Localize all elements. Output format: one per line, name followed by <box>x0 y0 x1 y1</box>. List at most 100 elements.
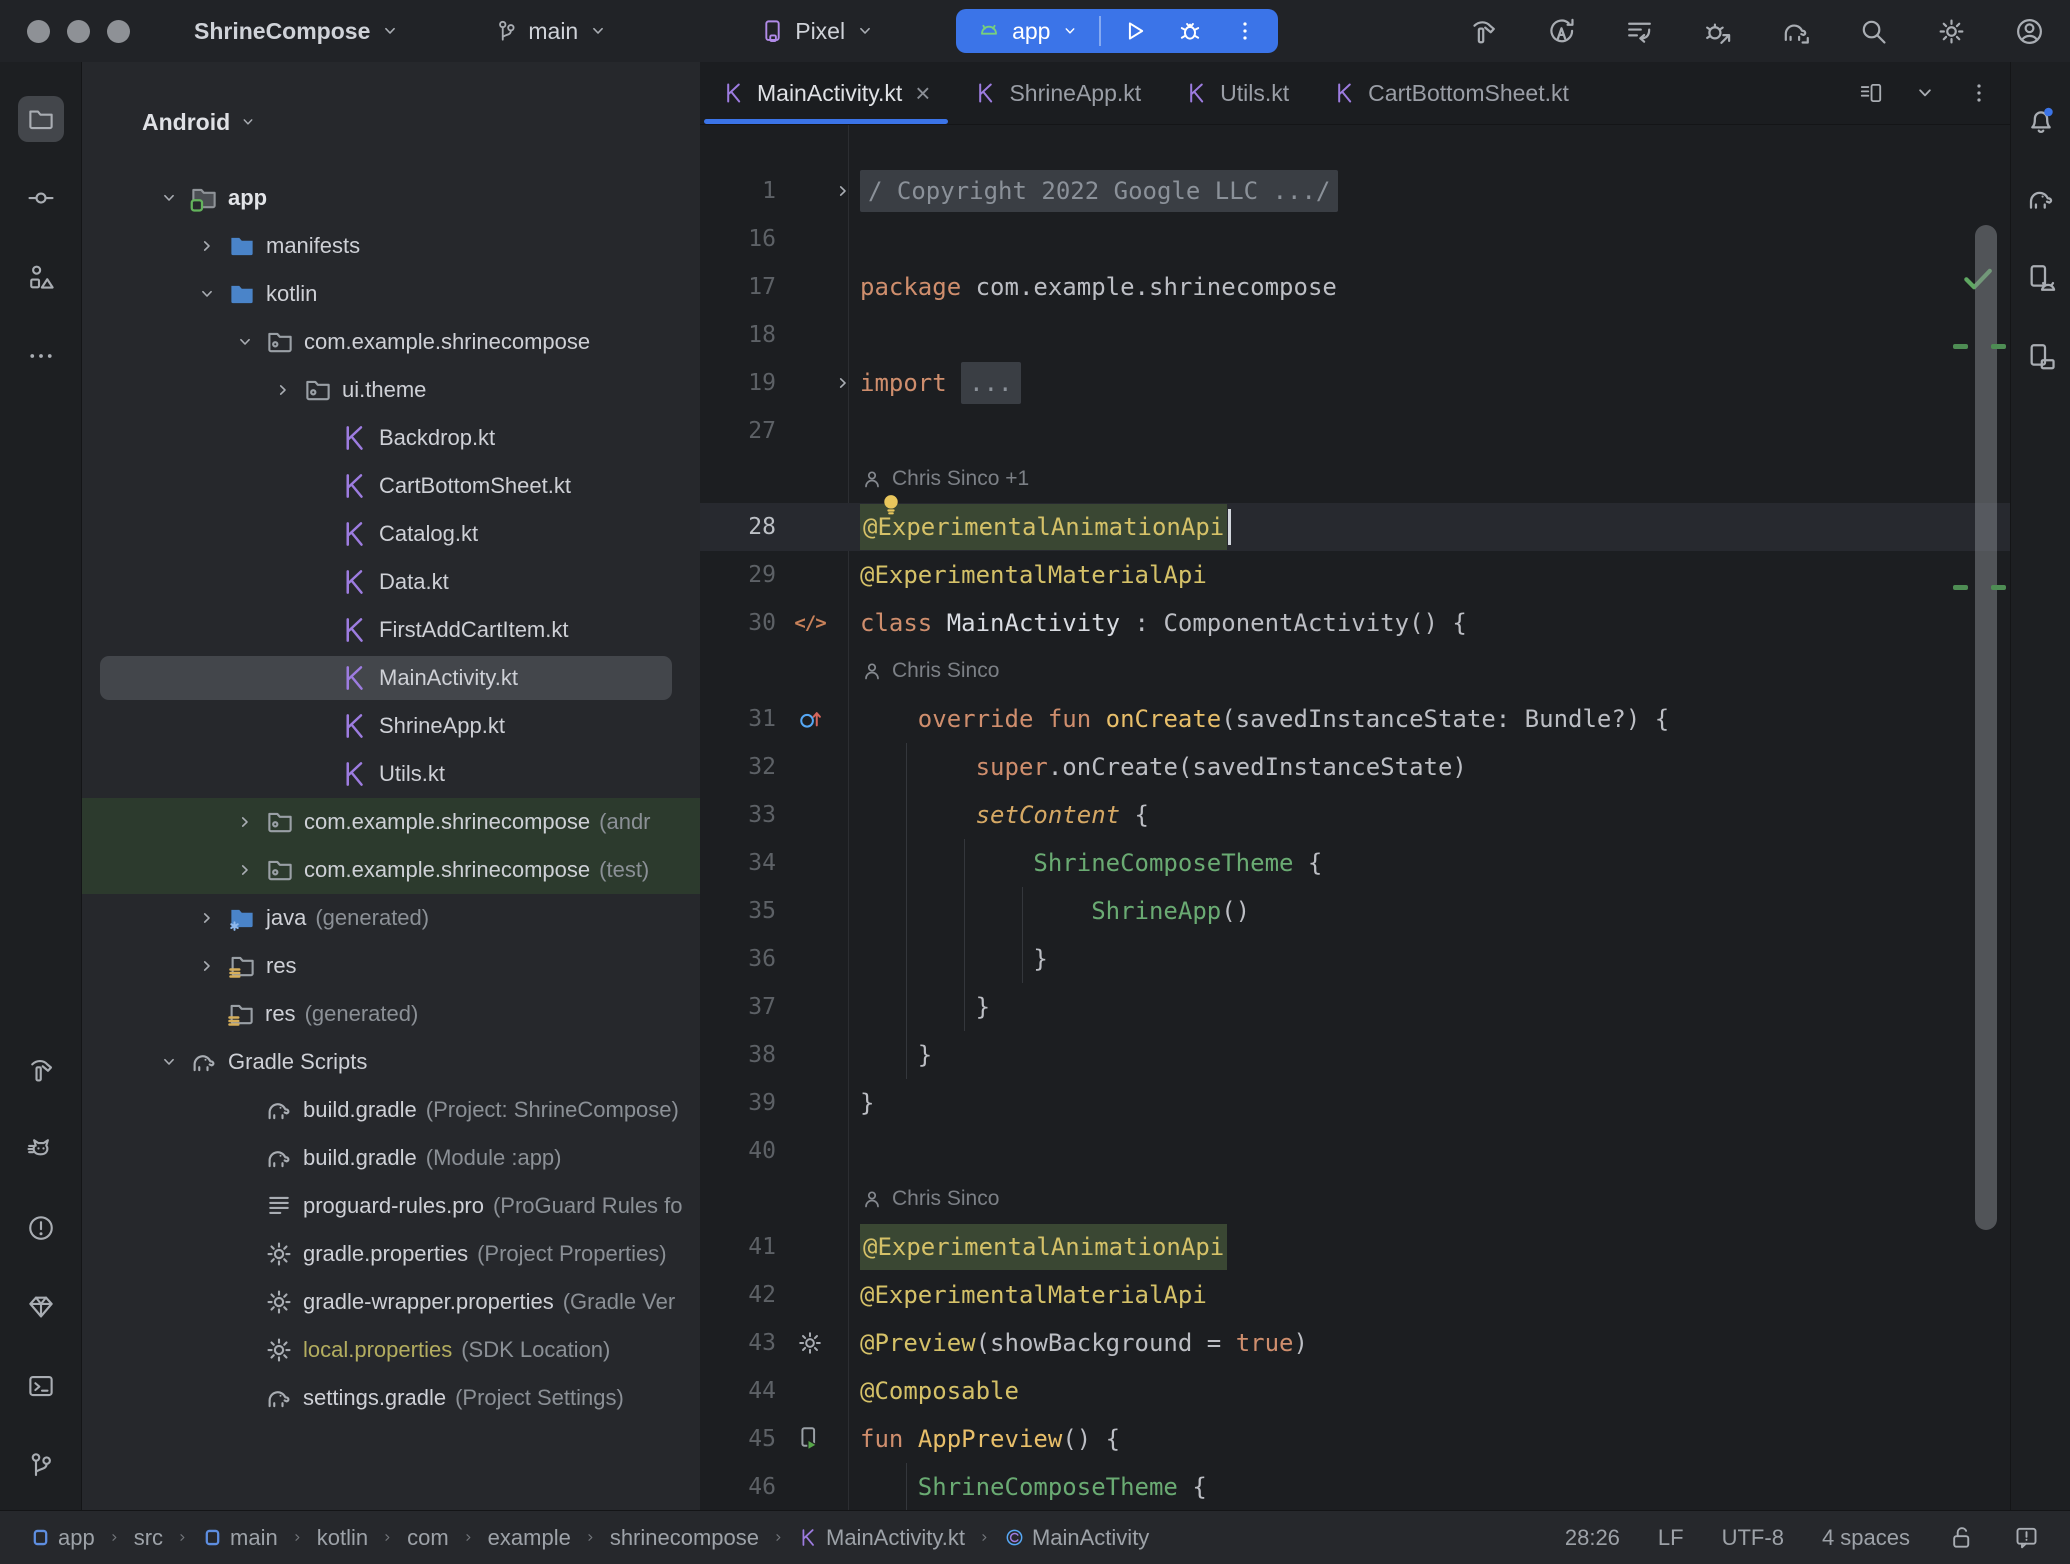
preview-run-icon[interactable] <box>796 1425 824 1453</box>
tree-item-mainactivity-kt[interactable]: MainActivity.kt <box>82 654 700 702</box>
gradle-sync-button[interactable] <box>1780 16 1811 47</box>
code-line-44[interactable]: 44@Composable <box>700 1367 2010 1415</box>
chevron-right-sm-icon[interactable] <box>196 235 218 257</box>
tree-item-proguard-rules-pro-proguard-rules-fo[interactable]: proguard-rules.pro(ProGuard Rules fo <box>82 1182 700 1230</box>
gear-gutter-icon[interactable] <box>796 1329 824 1357</box>
tree-item-kotlin[interactable]: kotlin <box>82 270 700 318</box>
stripe-mark[interactable] <box>1991 344 2006 349</box>
code-line-31[interactable]: 31 override fun onCreate(savedInstanceSt… <box>700 695 2010 743</box>
tool-window-app-quality-insights-button[interactable] <box>18 1284 64 1330</box>
tool-window-device-manager-button[interactable] <box>2019 256 2063 300</box>
tool-window-commit-button[interactable] <box>18 175 64 221</box>
file-encoding[interactable]: UTF-8 <box>1722 1525 1784 1551</box>
code-line-30[interactable]: 30</>class MainActivity : ComponentActiv… <box>700 599 2010 647</box>
device-selector[interactable]: Pixel <box>759 18 876 45</box>
code-line-45[interactable]: 45fun AppPreview() { <box>700 1415 2010 1463</box>
tab-utils-kt[interactable]: Utils.kt <box>1163 62 1311 124</box>
run-button[interactable] <box>1120 17 1148 45</box>
breadcrumb-mainactivity[interactable]: MainActivity <box>1004 1525 1149 1551</box>
code-line-1[interactable]: 1/ Copyright 2022 Google LLC .../ <box>700 167 2010 215</box>
run-config-selector[interactable]: app <box>976 18 1080 45</box>
code-line-43[interactable]: 43@Preview(showBackground = true) <box>700 1319 2010 1367</box>
account-button[interactable] <box>2014 16 2045 47</box>
stripe-mark[interactable] <box>1953 585 1968 590</box>
breadcrumb-main[interactable]: main <box>202 1525 278 1551</box>
tool-window-running-devices-button[interactable] <box>2019 335 2063 379</box>
chevron-down-sm-icon[interactable] <box>158 1051 180 1073</box>
close-window-button[interactable] <box>27 20 50 43</box>
tool-window-logcat-button[interactable] <box>18 1126 64 1172</box>
vcs-branch-widget[interactable]: main <box>493 18 609 45</box>
folded-region[interactable]: ... <box>961 362 1020 404</box>
tree-item-data-kt[interactable]: Data.kt <box>82 558 700 606</box>
code-line-40[interactable]: 40 <box>700 1127 2010 1175</box>
tool-window-project-button[interactable] <box>18 96 64 142</box>
minimize-window-button[interactable] <box>67 20 90 43</box>
breadcrumb-shrinecompose[interactable]: shrinecompose <box>610 1525 759 1551</box>
chevron-right-sm-icon[interactable] <box>832 372 854 394</box>
tree-item-cartbottomsheet-kt[interactable]: CartBottomSheet.kt <box>82 462 700 510</box>
tool-window-gradle-button[interactable] <box>2019 177 2063 221</box>
chevron-right-sm-icon[interactable] <box>234 811 256 833</box>
tree-item-gradle-properties-project-properties[interactable]: gradle.properties(Project Properties) <box>82 1230 700 1278</box>
code-line-35[interactable]: 35 ShrineApp() <box>700 887 2010 935</box>
debug-button[interactable] <box>1176 17 1204 45</box>
tree-item-build-gradle-project-shrinecompose[interactable]: build.gradle(Project: ShrineCompose) <box>82 1086 700 1134</box>
breadcrumb-example[interactable]: example <box>488 1525 571 1551</box>
caret-position[interactable]: 28:26 <box>1565 1525 1620 1551</box>
breadcrumb-mainactivity-kt[interactable]: MainActivity.kt <box>798 1525 965 1551</box>
tree-item-res[interactable]: res <box>82 942 700 990</box>
project-widget[interactable]: ShrineCompose <box>194 18 401 45</box>
zoom-window-button[interactable] <box>107 20 130 43</box>
code-line-33[interactable]: 33 setContent { <box>700 791 2010 839</box>
line-separator[interactable]: LF <box>1658 1525 1684 1551</box>
override-icon[interactable] <box>796 705 824 733</box>
breadcrumb-src[interactable]: src <box>134 1525 163 1551</box>
settings-button[interactable] <box>1936 16 1967 47</box>
code-line-19[interactable]: 19import ... <box>700 359 2010 407</box>
tree-item-gradle-wrapper-properties-gradle-ver[interactable]: gradle-wrapper.properties(Gradle Ver <box>82 1278 700 1326</box>
tree-item-app[interactable]: app <box>82 174 700 222</box>
apply-code-changes-button[interactable] <box>1624 16 1655 47</box>
tab-shrineapp-kt[interactable]: ShrineApp.kt <box>952 62 1163 124</box>
chevron-right-sm-icon[interactable] <box>196 955 218 977</box>
code-line-17[interactable]: 17package com.example.shrinecompose <box>700 263 2010 311</box>
search-button[interactable] <box>1858 16 1889 47</box>
code-line-36[interactable]: 36 } <box>700 935 2010 983</box>
code-line-34[interactable]: 34 ShrineComposeTheme { <box>700 839 2010 887</box>
chevron-right-sm-icon[interactable] <box>832 180 854 202</box>
code-line-46[interactable]: 46 ShrineComposeTheme { <box>700 1463 2010 1510</box>
code-line-39[interactable]: 39} <box>700 1079 2010 1127</box>
tab-list-button[interactable] <box>1858 80 1884 106</box>
tree-item-com-example-shrinecompose-andr[interactable]: com.example.shrinecompose(andr <box>82 798 700 846</box>
code-line-42[interactable]: 42@ExperimentalMaterialApi <box>700 1271 2010 1319</box>
breadcrumb-kotlin[interactable]: kotlin <box>317 1525 368 1551</box>
code-line-16[interactable]: 16 <box>700 215 2010 263</box>
code-editor[interactable]: 1/ Copyright 2022 Google LLC .../1617pac… <box>700 125 2010 1510</box>
project-view-selector[interactable]: Android <box>142 100 700 144</box>
code-line-41[interactable]: 41@ExperimentalAnimationApi <box>700 1223 2010 1271</box>
tool-window-more-tools-button[interactable] <box>18 333 64 379</box>
apply-changes-button[interactable] <box>1546 16 1577 47</box>
chevron-down-sm-icon[interactable] <box>234 331 256 353</box>
stripe-mark[interactable] <box>1991 585 2006 590</box>
build-button[interactable] <box>1468 16 1499 47</box>
attach-debugger-button[interactable] <box>1702 16 1733 47</box>
code-line-38[interactable]: 38 } <box>700 1031 2010 1079</box>
code-line-32[interactable]: 32 super.onCreate(savedInstanceState) <box>700 743 2010 791</box>
lock-open-button[interactable] <box>1948 1524 1975 1551</box>
breadcrumb-com[interactable]: com <box>407 1525 449 1551</box>
tool-window-structure-button[interactable] <box>18 254 64 300</box>
more-vertical-button[interactable] <box>1966 80 1992 106</box>
tree-item-utils-kt[interactable]: Utils.kt <box>82 750 700 798</box>
tool-window-version-control-button[interactable] <box>18 1442 64 1488</box>
tool-window-problems-button[interactable] <box>18 1205 64 1251</box>
related-symbol-icon[interactable]: </> <box>794 612 825 634</box>
tree-item-gradle-scripts[interactable]: Gradle Scripts <box>82 1038 700 1086</box>
chevron-down-sm-icon[interactable] <box>196 283 218 305</box>
tree-item-firstaddcartitem-kt[interactable]: FirstAddCartItem.kt <box>82 606 700 654</box>
chevron-down-button[interactable] <box>1912 80 1938 106</box>
close-icon[interactable]: × <box>915 80 930 106</box>
tab-mainactivity-kt[interactable]: MainActivity.kt× <box>700 62 952 124</box>
code-line-37[interactable]: 37 } <box>700 983 2010 1031</box>
